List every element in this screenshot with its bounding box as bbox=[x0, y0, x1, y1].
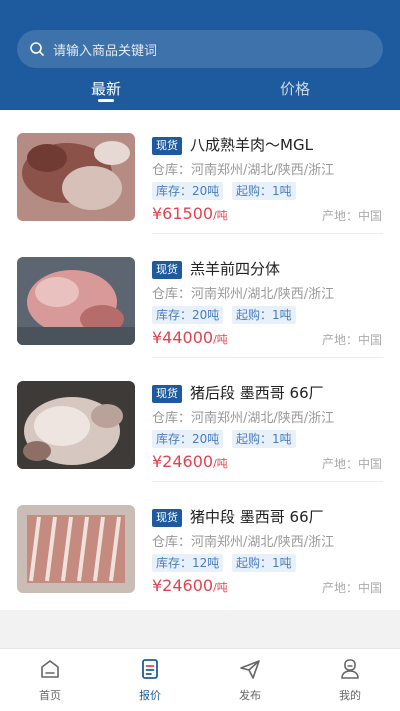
stock-badge: 现货 bbox=[152, 261, 182, 279]
price: ¥61500/吨 bbox=[152, 204, 228, 223]
product-title[interactable]: 羔羊前四分体 bbox=[190, 258, 280, 279]
search-bar[interactable]: 请输入商品关键词 bbox=[17, 30, 383, 68]
price-amount: ¥44000 bbox=[152, 328, 214, 347]
stock-badge: 现货 bbox=[152, 385, 182, 403]
min-order-tag: 起购：1吨 bbox=[232, 182, 296, 200]
search-input[interactable]: 请输入商品关键词 bbox=[53, 40, 157, 59]
min-order-tag: 起购：1吨 bbox=[232, 554, 296, 572]
origin-text: 产地：中国 bbox=[321, 581, 382, 595]
price-amount: ¥24600 bbox=[152, 576, 214, 595]
warehouse-text: 仓库：河南郑州/湖北/陕西/浙江 bbox=[152, 163, 335, 178]
list-item[interactable]: 现货 羔羊前四分体 仓库：河南郑州/湖北/陕西/浙江 库存：20吨 起购：1吨 … bbox=[0, 234, 400, 358]
product-image bbox=[17, 133, 135, 221]
list-item[interactable]: 现货 八成熟羊肉～MGL 仓库：河南郑州/湖北/陕西/浙江 库存：20吨 起购：… bbox=[0, 110, 400, 234]
min-order-tag: 起购：1吨 bbox=[232, 306, 296, 324]
price-unit: /吨 bbox=[213, 457, 228, 470]
price-unit: /吨 bbox=[213, 581, 228, 594]
warehouse-text: 仓库：河南郑州/湖北/陕西/浙江 bbox=[152, 535, 335, 550]
nav-quote[interactable]: 报价 bbox=[120, 657, 180, 703]
warehouse-text: 仓库：河南郑州/湖北/陕西/浙江 bbox=[152, 411, 335, 426]
product-image bbox=[17, 505, 135, 593]
product-list: 现货 八成熟羊肉～MGL 仓库：河南郑州/湖北/陕西/浙江 库存：20吨 起购：… bbox=[0, 110, 400, 610]
user-icon bbox=[341, 659, 359, 679]
product-title[interactable]: 八成熟羊肉～MGL bbox=[190, 134, 313, 155]
product-title[interactable]: 猪中段 墨西哥 66厂 bbox=[190, 506, 324, 527]
header: 请输入商品关键词 最新 价格 bbox=[0, 0, 400, 110]
product-image bbox=[17, 381, 135, 469]
send-icon bbox=[240, 660, 260, 679]
tab-price[interactable]: 价格 bbox=[255, 78, 335, 99]
price: ¥24600/吨 bbox=[152, 452, 228, 471]
tab-active-indicator bbox=[98, 99, 114, 102]
nav-mine-label: 我的 bbox=[339, 689, 361, 702]
stock-tag: 库存：20吨 bbox=[152, 182, 224, 200]
list-item[interactable]: 现货 猪后段 墨西哥 66厂 仓库：河南郑州/湖北/陕西/浙江 库存：20吨 起… bbox=[0, 358, 400, 482]
nav-mine[interactable]: 我的 bbox=[320, 657, 380, 703]
min-order-tag: 起购：1吨 bbox=[232, 430, 296, 448]
price-amount: ¥24600 bbox=[152, 452, 214, 471]
stock-tag: 库存：20吨 bbox=[152, 306, 224, 324]
origin-text: 产地：中国 bbox=[321, 209, 382, 223]
price: ¥44000/吨 bbox=[152, 328, 228, 347]
tab-latest[interactable]: 最新 bbox=[66, 78, 146, 99]
warehouse-text: 仓库：河南郑州/湖北/陕西/浙江 bbox=[152, 287, 335, 302]
product-title[interactable]: 猪后段 墨西哥 66厂 bbox=[190, 382, 324, 403]
origin-text: 产地：中国 bbox=[321, 457, 382, 471]
price-unit: /吨 bbox=[213, 209, 228, 222]
list-item[interactable]: 现货 猪中段 墨西哥 66厂 仓库：河南郑州/湖北/陕西/浙江 库存：12吨 起… bbox=[0, 482, 400, 606]
nav-home[interactable]: 首页 bbox=[20, 657, 80, 703]
stock-tag: 库存：12吨 bbox=[152, 554, 224, 572]
home-icon bbox=[41, 660, 59, 678]
search-icon bbox=[30, 42, 44, 56]
stock-tag: 库存：20吨 bbox=[152, 430, 224, 448]
quote-icon bbox=[142, 659, 158, 679]
nav-publish-label: 发布 bbox=[239, 689, 261, 702]
nav-quote-label: 报价 bbox=[139, 689, 161, 702]
tab-bar: 最新 价格 bbox=[0, 76, 400, 110]
price-amount: ¥61500 bbox=[152, 204, 214, 223]
stock-badge: 现货 bbox=[152, 509, 182, 527]
price: ¥24600/吨 bbox=[152, 576, 228, 595]
stock-badge: 现货 bbox=[152, 137, 182, 155]
price-unit: /吨 bbox=[213, 333, 228, 346]
nav-publish[interactable]: 发布 bbox=[220, 657, 280, 703]
product-image bbox=[17, 257, 135, 345]
origin-text: 产地：中国 bbox=[321, 333, 382, 347]
bottom-nav: 首页 报价 发布 我的 bbox=[0, 648, 400, 711]
nav-home-label: 首页 bbox=[39, 689, 61, 702]
